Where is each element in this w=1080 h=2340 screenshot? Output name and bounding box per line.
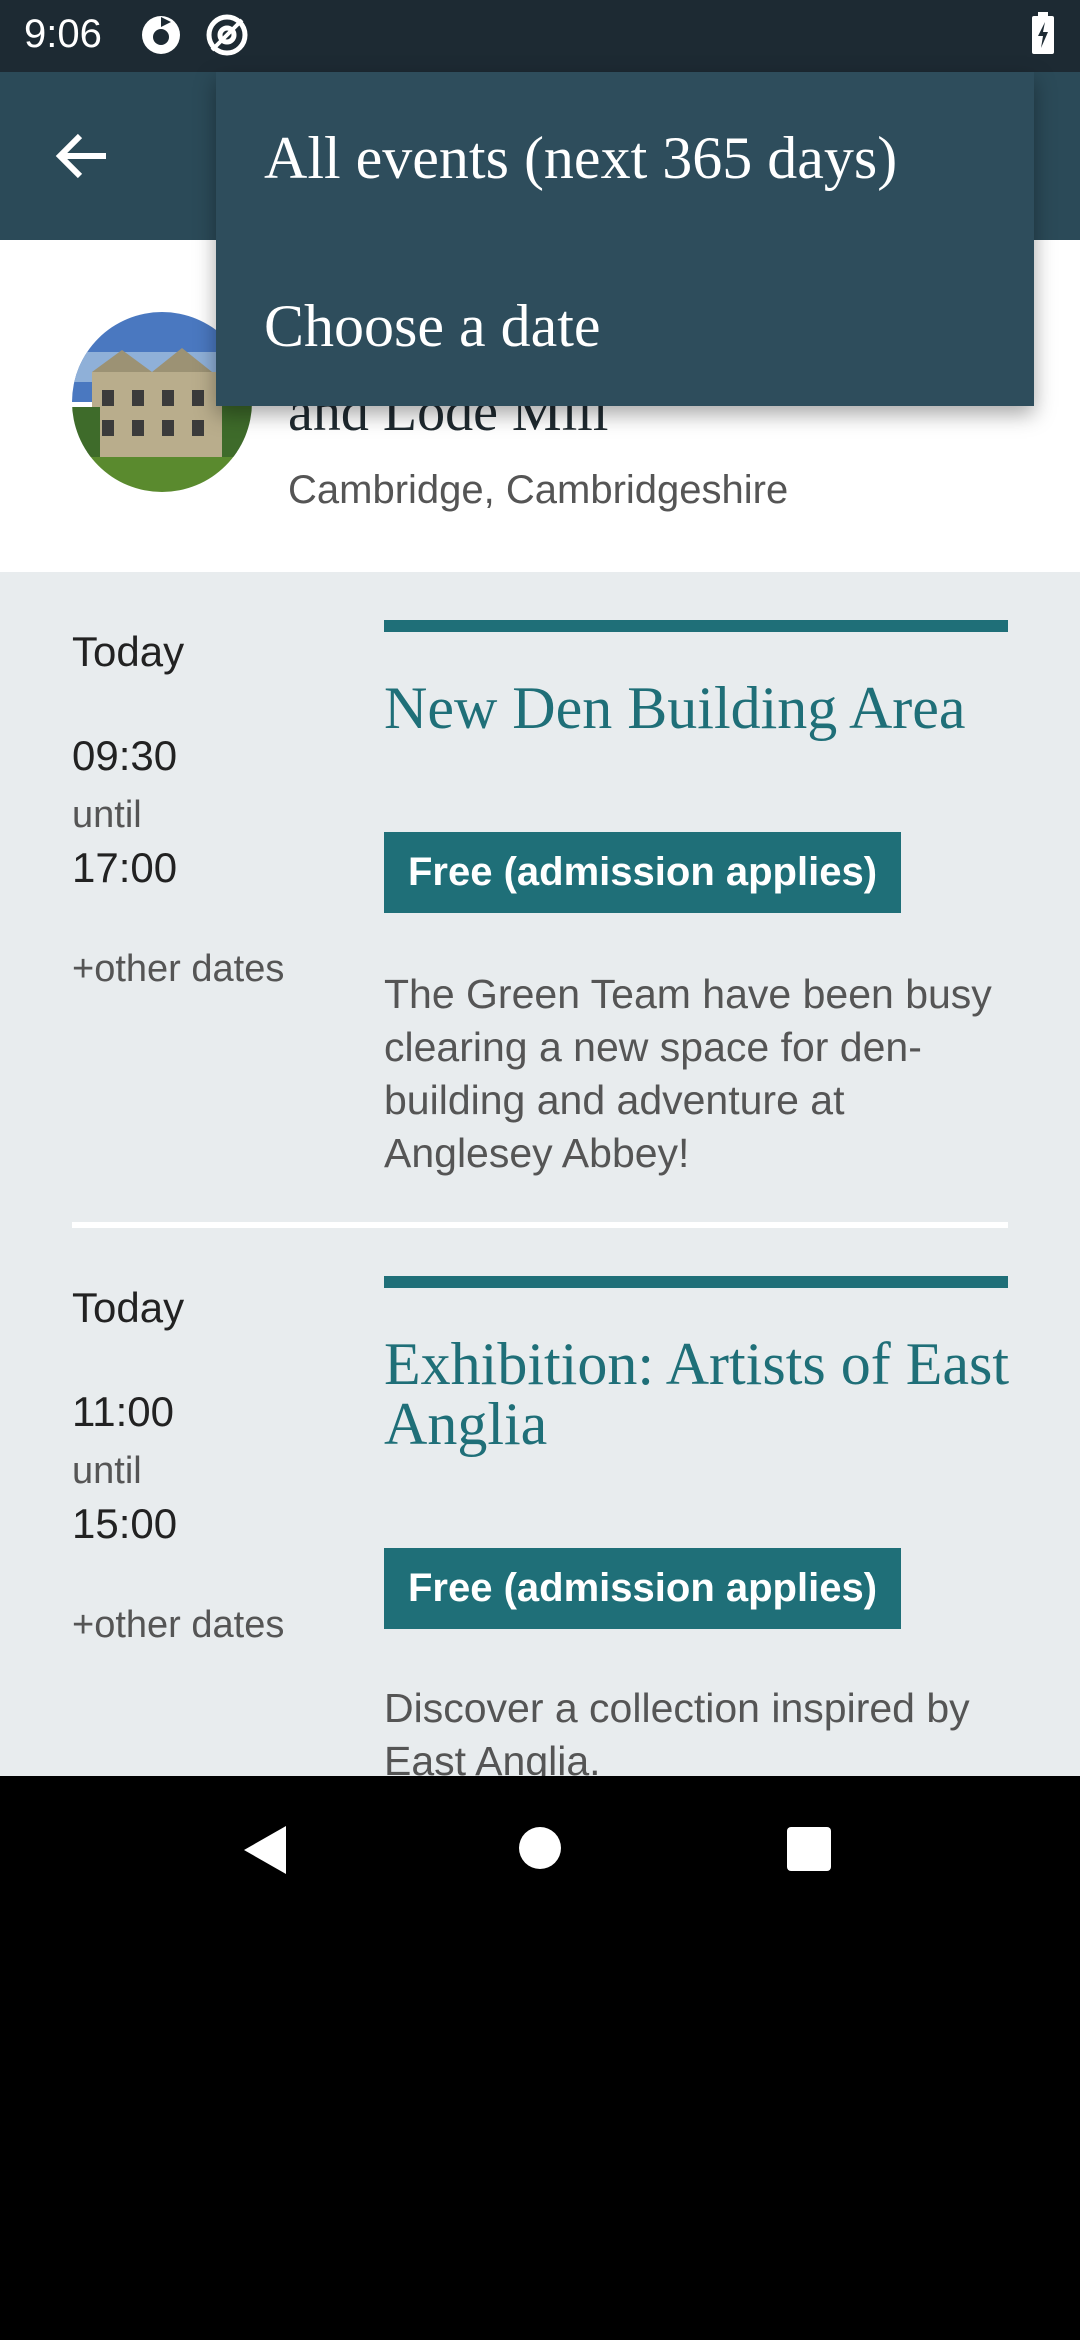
event-title[interactable]: Exhibition: Artists of East Anglia	[384, 1334, 1024, 1454]
event-until-label: until	[72, 1450, 142, 1492]
other-dates-link[interactable]: +other dates	[72, 1604, 284, 1647]
system-nav-bar	[0, 1776, 1080, 2340]
arrow-left-icon	[55, 133, 106, 179]
circle-home-icon	[519, 1827, 561, 1869]
status-time: 9:06	[24, 12, 102, 56]
price-badge: Free (admission applies)	[384, 1548, 902, 1629]
square-recents-icon	[787, 1827, 831, 1871]
event-day: Today	[72, 1284, 185, 1331]
event-end-time: 17:00	[72, 844, 178, 891]
nav-recents-button[interactable]	[786, 1826, 832, 1877]
other-dates-link[interactable]: +other dates	[72, 948, 284, 991]
event-description: The Green Team have been busy clearing a…	[384, 971, 992, 1176]
event-day: Today	[72, 628, 185, 675]
menu-item-choose-date[interactable]: Choose a date	[264, 292, 601, 361]
back-button[interactable]	[48, 124, 120, 188]
price-badge: Free (admission applies)	[384, 832, 902, 913]
event-description: Discover a collection inspired by East A…	[384, 1685, 970, 1776]
event-title[interactable]: New Den Building Area	[384, 678, 1024, 738]
event-start-time: 09:30	[72, 732, 178, 779]
at-sign-icon	[204, 12, 250, 63]
menu-item-all-events[interactable]: All events (next 365 days)	[264, 124, 897, 193]
nav-home-button[interactable]	[518, 1826, 562, 1875]
event-until-label: until	[72, 794, 142, 836]
filter-dropdown-menu: All events (next 365 days) Choose a date	[216, 72, 1034, 406]
events-list: Today 09:30 until 17:00 +other dates New…	[0, 572, 1080, 1776]
event-start-time: 11:00	[72, 1388, 174, 1435]
triangle-back-icon	[244, 1826, 286, 1874]
event-accent-rule	[384, 1276, 1008, 1288]
property-location: Cambridge, Cambridgeshire	[288, 468, 789, 512]
event-end-time: 15:00	[72, 1500, 178, 1547]
status-bar: 9:06	[0, 0, 1080, 72]
event-accent-rule	[384, 620, 1008, 632]
battery-icon	[1030, 12, 1056, 61]
sync-icon	[138, 12, 184, 63]
event-divider	[72, 1222, 1008, 1228]
nav-back-button[interactable]	[240, 1822, 290, 1883]
